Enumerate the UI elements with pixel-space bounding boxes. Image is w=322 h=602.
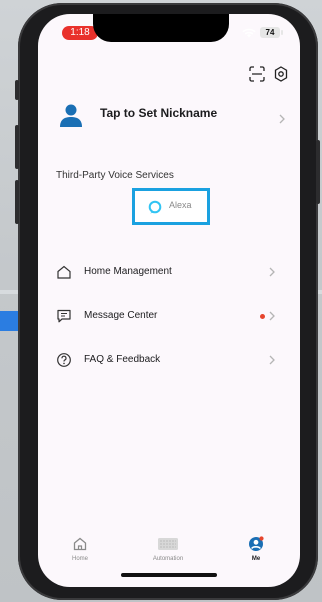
alexa-icon <box>148 200 162 214</box>
avatar <box>60 104 82 127</box>
power-button <box>316 140 320 204</box>
tab-automation-label: Automation <box>152 556 184 562</box>
chevron-right-icon <box>269 267 275 277</box>
chevron-right-icon <box>279 114 285 124</box>
scan-icon[interactable] <box>249 66 265 82</box>
message-icon <box>57 309 71 323</box>
profile-row[interactable]: Tap to Set Nickname <box>38 94 300 146</box>
tab-me-label: Me <box>251 556 261 562</box>
menu-label: Message Center <box>84 310 158 321</box>
question-icon <box>57 353 71 367</box>
voice-services-title: Third-Party Voice Services <box>56 170 174 181</box>
volume-down-button <box>15 180 19 224</box>
wifi-icon <box>242 28 256 38</box>
notch <box>93 14 229 42</box>
unread-dot <box>260 314 265 319</box>
home-tab-icon <box>73 537 87 551</box>
menu-item-faq-feedback[interactable]: FAQ & Feedback <box>38 345 300 375</box>
chevron-right-icon <box>269 355 275 365</box>
tab-home[interactable]: Home <box>50 532 110 568</box>
me-tab-icon <box>249 536 264 551</box>
menu-label: FAQ & Feedback <box>84 354 161 365</box>
alexa-label: Alexa <box>169 200 192 210</box>
menu-item-home-management[interactable]: Home Management <box>38 257 300 287</box>
gear-icon[interactable] <box>273 66 289 82</box>
nickname-prompt: Tap to Set Nickname <box>100 106 218 120</box>
alexa-button[interactable]: Alexa <box>139 194 203 219</box>
tab-home-label: Home <box>71 556 88 562</box>
mute-switch <box>15 80 19 100</box>
app-screen: 1:18 74 Tap to Set Nickname Third-Party … <box>38 14 300 587</box>
tab-me[interactable]: Me <box>226 532 286 568</box>
chevron-right-icon <box>269 311 275 321</box>
menu-label: Home Management <box>84 266 172 277</box>
volume-up-button <box>15 125 19 169</box>
tab-automation[interactable]: Automation <box>138 532 198 568</box>
menu-item-message-center[interactable]: Message Center <box>38 301 300 331</box>
battery-indicator: 74 <box>260 27 283 38</box>
home-indicator <box>121 573 217 577</box>
house-icon <box>57 265 71 279</box>
alexa-highlight[interactable]: Alexa <box>132 188 210 225</box>
tab-badge <box>259 536 264 541</box>
bottom-tab-bar: Home Automation Me <box>38 532 300 572</box>
automation-tab-icon <box>158 538 178 550</box>
